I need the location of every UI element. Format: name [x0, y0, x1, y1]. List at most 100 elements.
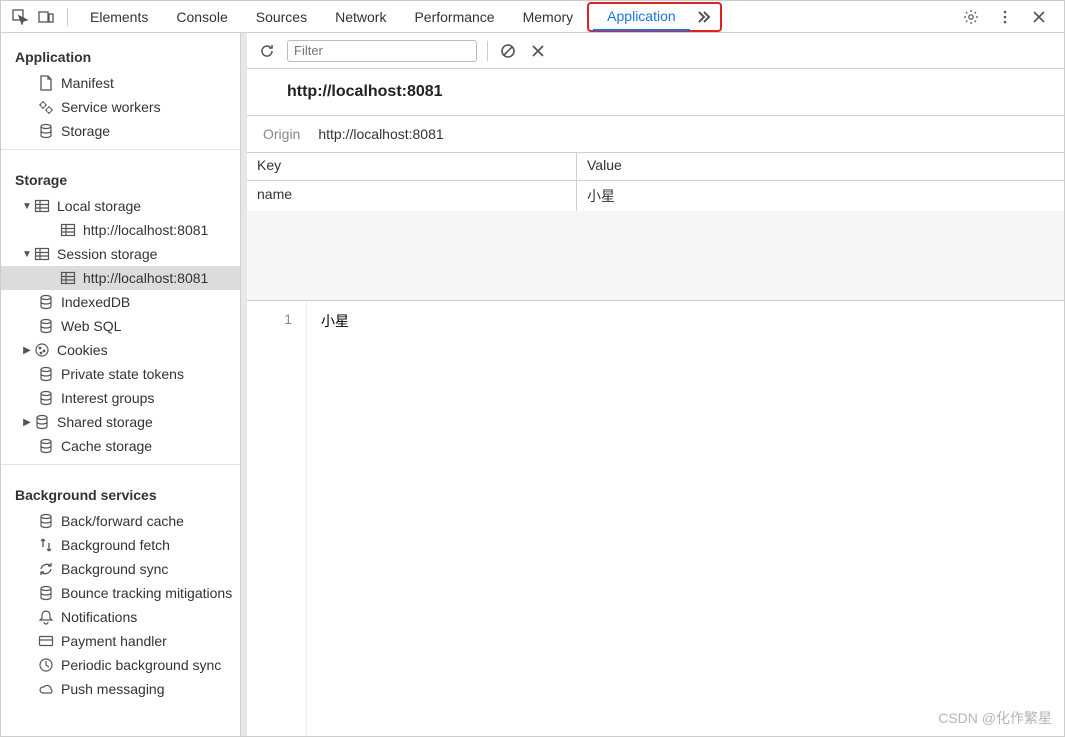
sidebar-item-private-state[interactable]: Private state tokens — [1, 362, 240, 386]
fetch-icon — [37, 536, 55, 554]
sidebar-item-interest-groups[interactable]: Interest groups — [1, 386, 240, 410]
cloud-icon — [37, 680, 55, 698]
section-storage: Storage — [1, 168, 240, 194]
sidebar-item-label: Back/forward cache — [61, 513, 184, 529]
gear-icon[interactable] — [960, 6, 982, 28]
database-icon — [37, 437, 55, 455]
caret-down-icon: ▼ — [21, 201, 33, 212]
gears-icon — [37, 98, 55, 116]
caret-right-icon: ▶ — [21, 345, 33, 356]
sidebar-item-storage[interactable]: Storage — [1, 119, 240, 143]
main-panel: http://localhost:8081 Origin http://loca… — [247, 33, 1064, 736]
file-icon — [37, 74, 55, 92]
bell-icon — [37, 608, 55, 626]
col-value-header[interactable]: Value — [577, 153, 1064, 180]
delete-icon[interactable] — [528, 41, 548, 61]
sidebar-item-label: Notifications — [61, 609, 137, 625]
table-row[interactable]: name 小星 — [247, 181, 1064, 211]
clear-all-icon[interactable] — [498, 41, 518, 61]
sidebar-item-bg-sync[interactable]: Background sync — [1, 557, 240, 581]
sidebar-item-label: IndexedDB — [61, 294, 130, 310]
clock-icon — [37, 656, 55, 674]
filter-input[interactable] — [287, 40, 477, 62]
sidebar-item-label: Interest groups — [61, 390, 154, 406]
tab-console[interactable]: Console — [162, 1, 241, 33]
col-key-header[interactable]: Key — [247, 153, 577, 180]
database-icon — [33, 413, 51, 431]
sync-icon — [37, 560, 55, 578]
sidebar-item-bg-fetch[interactable]: Background fetch — [1, 533, 240, 557]
sidebar-item-label: http://localhost:8081 — [83, 270, 208, 286]
caret-down-icon: ▼ — [21, 249, 33, 260]
table-header: Key Value — [247, 153, 1064, 181]
tab-sources[interactable]: Sources — [242, 1, 321, 33]
tab-memory[interactable]: Memory — [509, 1, 588, 33]
sidebar-item-local-storage[interactable]: ▼ Local storage — [1, 194, 240, 218]
sidebar-item-bounce[interactable]: Bounce tracking mitigations — [1, 581, 240, 605]
sidebar-item-websql[interactable]: Web SQL — [1, 314, 240, 338]
table-icon — [59, 269, 77, 287]
table-body: name 小星 — [247, 181, 1064, 301]
sidebar-item-label: Payment handler — [61, 633, 167, 649]
refresh-icon[interactable] — [257, 41, 277, 61]
line-number: 1 — [247, 301, 307, 736]
sidebar-item-periodic-sync[interactable]: Periodic background sync — [1, 653, 240, 677]
sidebar-item-label: Periodic background sync — [61, 657, 221, 673]
separator — [487, 41, 488, 61]
tab-application[interactable]: Application — [593, 3, 690, 31]
sidebar-item-bfcache[interactable]: Back/forward cache — [1, 509, 240, 533]
sidebar-item-indexeddb[interactable]: IndexedDB — [1, 290, 240, 314]
database-icon — [37, 365, 55, 383]
database-icon — [37, 584, 55, 602]
database-icon — [37, 389, 55, 407]
tab-elements[interactable]: Elements — [76, 1, 162, 33]
watermark: CSDN @化作繁星 — [938, 708, 1052, 728]
database-icon — [37, 293, 55, 311]
detail-title: http://localhost:8081 — [247, 69, 1064, 116]
table-icon — [59, 221, 77, 239]
sidebar-item-service-workers[interactable]: Service workers — [1, 95, 240, 119]
sidebar-item-label: Local storage — [57, 198, 141, 214]
sidebar-item-label: Web SQL — [61, 318, 121, 334]
section-background: Background services — [1, 483, 240, 509]
sidebar-item-cache-storage[interactable]: Cache storage — [1, 434, 240, 458]
inspect-icon[interactable] — [9, 6, 31, 28]
sidebar-item-label: Bounce tracking mitigations — [61, 585, 232, 601]
sidebar-item-label: Shared storage — [57, 414, 153, 430]
sidebar-item-manifest[interactable]: Manifest — [1, 71, 240, 95]
database-icon — [37, 317, 55, 335]
sidebar-item-notifications[interactable]: Notifications — [1, 605, 240, 629]
database-icon — [37, 122, 55, 140]
cookie-icon — [33, 341, 51, 359]
more-tabs-icon[interactable] — [692, 6, 714, 28]
devtools-tabs: Elements Console Sources Network Perform… — [1, 1, 1064, 33]
separator — [67, 8, 68, 26]
kebab-icon[interactable] — [994, 6, 1016, 28]
sidebar-item-label: Background fetch — [61, 537, 170, 553]
sidebar-item-label: http://localhost:8081 — [83, 222, 208, 238]
sidebar-item-session-origin[interactable]: http://localhost:8081 — [1, 266, 240, 290]
device-toolbar-icon[interactable] — [35, 6, 57, 28]
sidebar-item-label: Background sync — [61, 561, 168, 577]
sidebar-item-shared-storage[interactable]: ▶ Shared storage — [1, 410, 240, 434]
sidebar-item-label: Cookies — [57, 342, 108, 358]
cell-value: 小星 — [577, 181, 1064, 211]
sidebar-item-label: Push messaging — [61, 681, 165, 697]
cell-key: name — [247, 181, 577, 211]
sidebar-item-push[interactable]: Push messaging — [1, 677, 240, 701]
sidebar-item-label: Private state tokens — [61, 366, 184, 382]
sidebar-item-session-storage[interactable]: ▼ Session storage — [1, 242, 240, 266]
tab-network[interactable]: Network — [321, 1, 400, 33]
origin-label: Origin — [263, 126, 300, 142]
close-devtools-icon[interactable] — [1028, 6, 1050, 28]
sidebar-item-local-origin[interactable]: http://localhost:8081 — [1, 218, 240, 242]
sidebar-item-payment[interactable]: Payment handler — [1, 629, 240, 653]
preview-pane: 1 小星 — [247, 301, 1064, 736]
storage-toolbar — [247, 33, 1064, 69]
sidebar-item-label: Manifest — [61, 75, 114, 91]
highlight-application: Application — [587, 2, 722, 32]
tab-performance[interactable]: Performance — [400, 1, 508, 33]
preview-value: 小星 — [307, 301, 363, 736]
sidebar-item-cookies[interactable]: ▶ Cookies — [1, 338, 240, 362]
table-icon — [33, 245, 51, 263]
